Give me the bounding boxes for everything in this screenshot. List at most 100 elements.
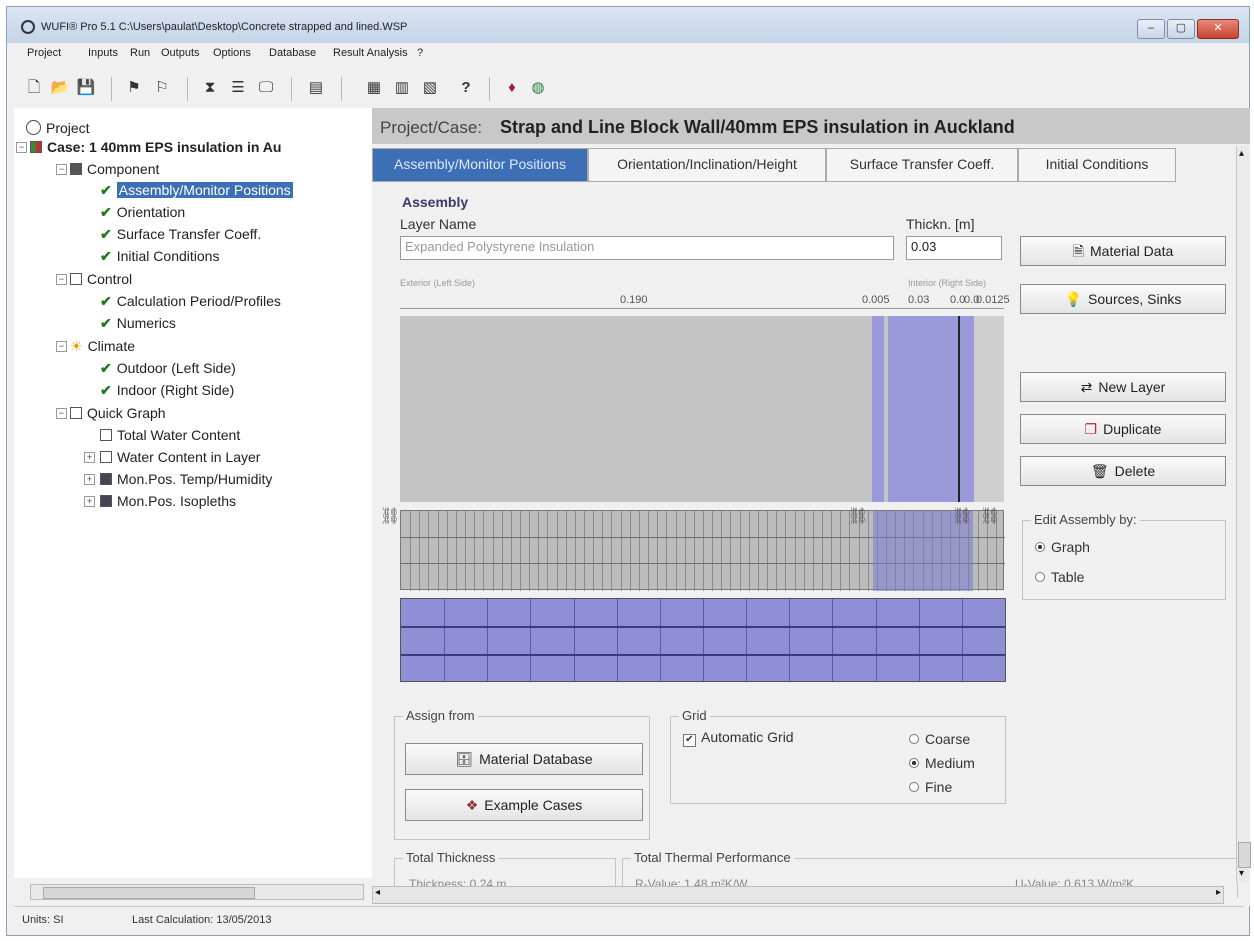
tree-item-control[interactable]: Control [70,271,132,287]
material-database-button[interactable]: 🗄 Material Database [405,743,643,775]
tree-item-orientation[interactable]: ✔ Orientation [100,204,185,221]
zoom-grid-line [961,599,963,681]
edit-by-table-radio[interactable]: Table [1035,569,1084,585]
run-icon[interactable]: ⚑ [123,77,145,99]
thickness-input[interactable]: 0.03 [906,236,1002,260]
menu-result-analysis[interactable]: Result Analysis [333,47,408,59]
settings-icon[interactable]: ☰ [227,77,249,99]
tree-item-monpos-isopleths[interactable]: Mon.Pos. Isopleths [100,493,236,509]
menu-run[interactable]: Run [130,47,150,59]
table-icon[interactable]: ▦ [363,77,385,99]
tree-item-project[interactable]: Project [26,120,90,136]
save-icon[interactable]: 💾 [75,77,97,99]
expand-icon[interactable]: + [84,474,95,485]
monitor-position-icon[interactable]: ⛓ [952,506,972,526]
collapse-control-icon[interactable]: − [56,274,67,285]
new-file-icon[interactable]: 🗋 [23,77,45,99]
globe-icon[interactable]: ◍ [527,77,549,99]
zoom-grid-line [746,599,748,681]
tree-horizontal-scrollbar[interactable] [30,884,364,900]
monitor-position-icon[interactable]: ⛓ [980,506,1000,526]
tab-assembly-monitor-positions[interactable]: Assembly/Monitor Positions [372,148,588,182]
scroll-down-icon[interactable]: ▾ [1239,868,1244,879]
tree-item-surface-transfer-coeff[interactable]: ✔ Surface Transfer Coeff. [100,226,261,243]
monitor-position-icon[interactable]: ⛓ [848,506,868,526]
grid-coarse-radio[interactable]: Coarse [909,731,970,747]
maximize-button[interactable]: ▢ [1167,19,1195,39]
mesh-line [712,511,714,591]
delete-button[interactable]: 🗑 Delete [1020,456,1226,486]
monitor-position-icon[interactable]: ⛓ [380,506,400,526]
new-layer-button[interactable]: ⇄ New Layer [1020,372,1226,402]
open-folder-icon[interactable]: 📂 [49,77,71,99]
collapse-component-icon[interactable]: − [56,164,67,175]
pin-icon[interactable]: ♦ [501,77,523,99]
chart-icon[interactable]: ▥ [391,77,413,99]
menu-options[interactable]: Options [213,47,251,59]
expand-icon[interactable]: + [84,452,95,463]
mesh-line [767,511,769,591]
tree-item-calculation-period[interactable]: ✔ Calculation Period/Profiles [100,293,281,310]
layer-strap[interactable] [872,316,884,502]
dim-label: 0.03 [908,294,930,306]
layer-name-input[interactable]: Expanded Polystyrene Insulation [400,236,894,260]
menu-inputs[interactable]: Inputs [88,47,118,59]
menu-outputs[interactable]: Outputs [161,47,200,59]
minimize-button[interactable]: – [1137,19,1165,39]
collapse-climate-icon[interactable]: − [56,341,67,352]
layer-eps-insulation[interactable] [888,316,960,502]
tree-item-initial-conditions[interactable]: ✔ Initial Conditions [100,248,219,265]
layer-lining[interactable] [974,316,1004,502]
expand-icon[interactable]: + [84,496,95,507]
tree-item-outdoor[interactable]: ✔ Outdoor (Left Side) [100,360,236,377]
scroll-left-icon[interactable]: ◂ [375,887,380,898]
total-thickness-label: Total Thickness [403,850,499,865]
scroll-thumb[interactable] [43,887,255,899]
close-button[interactable]: ✕ [1197,19,1239,39]
scroll-thumb[interactable] [1238,842,1251,868]
menu-database[interactable]: Database [269,47,316,59]
tree-item-quick-graph[interactable]: Quick Graph [70,405,166,421]
tree-item-component[interactable]: Component [70,161,159,177]
hourglass-icon[interactable]: ⧗ [199,77,221,99]
sources-sinks-button[interactable]: 💡 Sources, Sinks [1020,284,1226,314]
monitor-icon[interactable]: 🖵 [255,77,277,99]
mesh-line [840,511,842,591]
tree-item-case[interactable]: Case: 1 40mm EPS insulation in Au [30,139,281,155]
checkmark-icon: ✔ [100,293,112,309]
edit-by-graph-radio[interactable]: Graph [1035,539,1090,555]
material-data-button[interactable]: 🗎 Material Data [1020,236,1226,266]
scroll-up-icon[interactable]: ▴ [1239,148,1244,159]
tree-item-indoor[interactable]: ✔ Indoor (Right Side) [100,382,234,399]
help-icon[interactable]: ? [455,77,477,99]
collapse-case-icon[interactable]: − [16,142,27,153]
layer-concrete-block[interactable] [400,316,872,502]
tree-item-water-content-in-layer[interactable]: Water Content in Layer [100,449,260,465]
tree-item-climate[interactable]: ☀ Climate [70,338,135,355]
report-icon[interactable]: ▧ [419,77,441,99]
tree-item-numerics[interactable]: ✔ Numerics [100,315,176,332]
duplicate-button[interactable]: ❐ Duplicate [1020,414,1226,444]
grid-fine-radio[interactable]: Fine [909,779,952,795]
collapse-quick-graph-icon[interactable]: − [56,408,67,419]
tree-item-monpos-temp-humidity[interactable]: Mon.Pos. Temp/Humidity [100,471,272,487]
case-panel: Project/Case: Strap and Line Block Wall/… [372,108,1250,906]
assembly-layers-graphic[interactable] [400,316,1004,502]
tree-item-assembly-monitor-positions[interactable]: ✔ Assembly/Monitor Positions [100,182,293,199]
tab-orientation[interactable]: Orientation/Inclination/Height [588,148,826,182]
scroll-right-icon[interactable]: ▸ [1216,887,1221,898]
tab-surface-transfer[interactable]: Surface Transfer Coeff. [826,148,1018,182]
tree-item-total-water-content[interactable]: Total Water Content [100,427,240,443]
panel-horizontal-scrollbar[interactable]: ◂ ▸ [372,886,1224,904]
example-cases-button[interactable]: ❖ Example Cases [405,789,643,821]
panel-vertical-scrollbar[interactable]: ▴ ▾ [1236,146,1251,882]
menu-help[interactable]: ? [417,47,423,59]
menu-project[interactable]: Project [27,47,61,59]
automatic-grid-checkbox[interactable]: ✔ Automatic Grid [683,729,794,747]
stop-icon[interactable]: ⚐ [151,77,173,99]
layer-membrane[interactable] [960,316,974,502]
tab-initial-conditions[interactable]: Initial Conditions [1018,148,1176,182]
grid-medium-radio[interactable]: Medium [909,755,975,771]
window-layout-icon[interactable]: ▤ [305,77,327,99]
mesh-line [684,511,686,591]
